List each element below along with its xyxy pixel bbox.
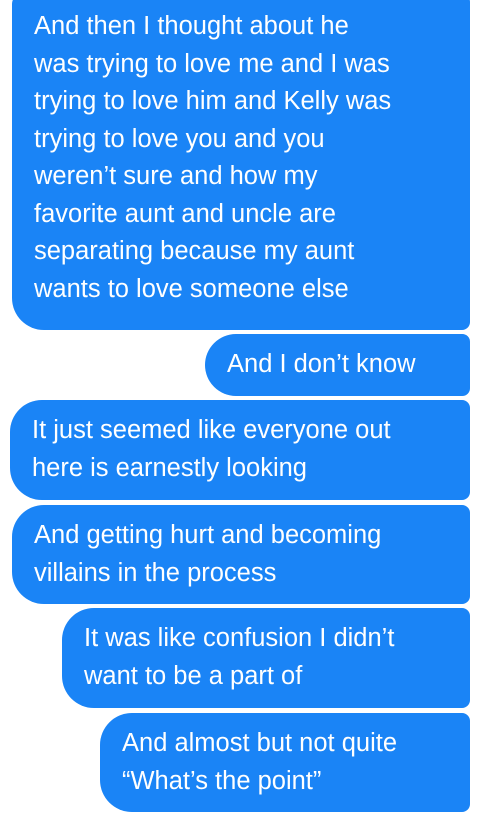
message-text-line: weren’t sure and how my xyxy=(34,162,318,190)
message-bubble[interactable]: And then I thought about he was trying to… xyxy=(12,0,470,330)
message-text-line: separating because my aunt xyxy=(34,237,355,265)
message-text-line: And I don’t know xyxy=(227,350,416,378)
message-bubble[interactable]: And getting hurt and becoming villains in… xyxy=(12,505,470,604)
message-text-line: here is earnestly looking xyxy=(32,453,307,482)
message-bubble[interactable]: It just seemed like everyone out here is … xyxy=(10,400,470,500)
message-bubble[interactable]: And I don’t know xyxy=(205,334,470,396)
message-bubble[interactable]: It was like confusion I didn’t want to be… xyxy=(62,608,470,708)
message-text-line: trying to love you and you xyxy=(34,124,325,153)
message-text-line: was trying to love me and I was xyxy=(34,49,390,78)
message-text-line: It was like confusion I didn’t xyxy=(84,624,395,652)
message-text-line: And then I thought about he xyxy=(34,12,349,40)
message-text-line: It just seemed like everyone out xyxy=(32,416,391,444)
message-bubble[interactable]: And almost but not quite “What’s the poin… xyxy=(100,713,470,812)
message-text-line: And almost but not quite xyxy=(122,729,398,757)
message-text-line: want to be a part of xyxy=(84,661,303,690)
message-text-line: villains in the process xyxy=(34,558,277,587)
message-text-line: trying to love him and Kelly was xyxy=(34,87,392,115)
message-text-line: wants to love someone else xyxy=(34,274,349,303)
message-text-line: And getting hurt and becoming xyxy=(34,521,382,549)
message-text-line: “What’s the point” xyxy=(122,766,322,795)
message-text-line: favorite aunt and uncle are xyxy=(34,199,336,228)
